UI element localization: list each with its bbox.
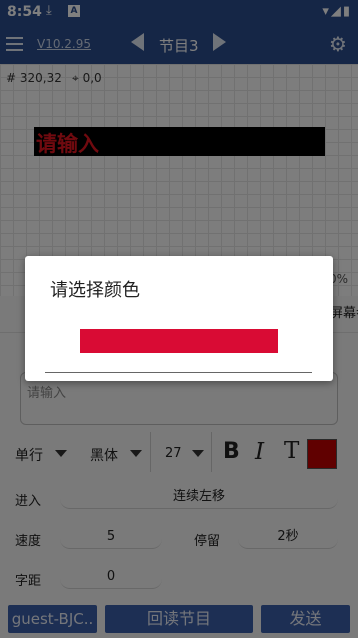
color-picker-dialog: 请选择颜色 — [25, 256, 333, 381]
dialog-divider — [45, 372, 312, 373]
selected-color-bar[interactable] — [80, 329, 278, 353]
dialog-title: 请选择颜色 — [50, 280, 140, 301]
